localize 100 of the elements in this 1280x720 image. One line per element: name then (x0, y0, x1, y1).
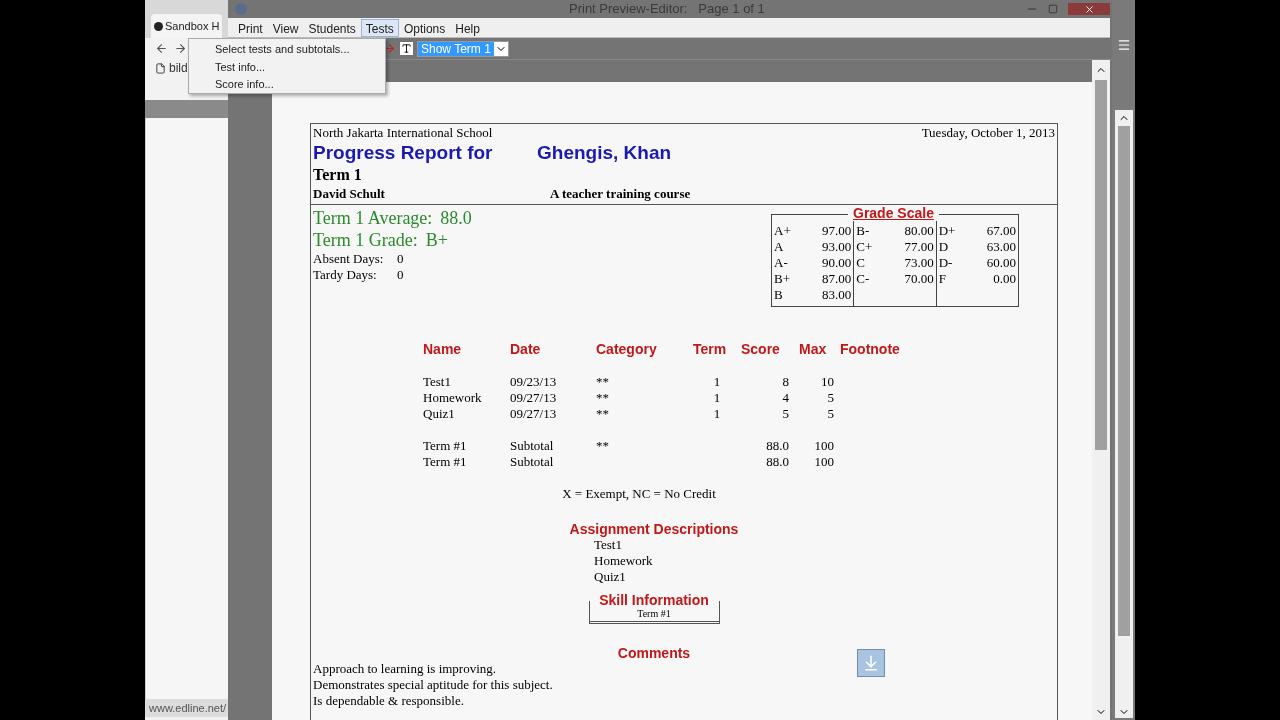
grade-cutoff: 87.00 (822, 271, 852, 287)
table-cell: 10 (821, 374, 834, 389)
grade-cutoff: 77.00 (904, 239, 934, 255)
section-heading: Skill Information (597, 592, 711, 608)
grade-cutoff: 63.00 (986, 239, 1016, 255)
column-header: Category (596, 340, 658, 358)
grade-scale-title: Grade Scale (848, 205, 939, 221)
grade-letter: B- (856, 223, 870, 239)
grade-letter: A- (774, 255, 788, 271)
arrow-right-icon[interactable] (383, 42, 396, 55)
grade-letter: B+ (774, 271, 790, 287)
subtotal-cell: Term #1 (423, 454, 467, 469)
table-cell: 8 (782, 374, 789, 389)
close-button[interactable] (1068, 3, 1110, 15)
comment-text: Demonstrates special aptitude for this subject. (313, 677, 553, 693)
table-cell: Homework (423, 390, 482, 405)
grade-letter: A (774, 239, 784, 255)
table-cell: 09/27/13 (510, 390, 557, 405)
section-heading: Assignment Descriptions (569, 521, 739, 537)
maximize-icon[interactable] (1048, 4, 1058, 14)
student-name: Ghengis, Khan (537, 141, 672, 165)
tardy-label: Tardy Days: (313, 267, 378, 283)
menu-item[interactable]: Help (450, 18, 485, 37)
comment-text: Is dependable & responsible. (313, 693, 464, 709)
table-cell: 09/23/13 (510, 374, 557, 389)
back-icon[interactable] (155, 41, 168, 55)
assignment-description: Homework (594, 553, 653, 569)
school-name: North Jakarta International School (313, 125, 493, 141)
grade-letter: B (774, 287, 783, 303)
menu-item[interactable]: Tests (360, 18, 399, 37)
comment-text: Approach to learning is improving. (313, 661, 497, 677)
column-header: Score (741, 340, 781, 358)
tardy-value: 0 (397, 267, 404, 283)
table-cell: 5 (827, 406, 834, 421)
table-cell: Quiz1 (423, 406, 455, 421)
text-format-icon[interactable] (400, 42, 413, 55)
download-icon[interactable] (857, 649, 885, 677)
menu-item[interactable]: Students (303, 18, 361, 37)
section-heading: Comments (617, 645, 691, 661)
app-logo-icon (235, 3, 247, 15)
grade-cutoff: 73.00 (904, 255, 934, 271)
grade-value: B+ (425, 229, 448, 251)
grade-cutoff: 83.00 (822, 287, 852, 303)
forward-icon[interactable] (174, 41, 187, 55)
close-icon (1083, 3, 1095, 15)
column-header: Max (799, 340, 828, 358)
browser-tab[interactable]: Sandbox H (151, 14, 223, 38)
subtotal-cell: 88.0 (766, 454, 789, 469)
report-date: Tuesday, October 1, 2013 (921, 125, 1055, 141)
table-cell: ** (596, 390, 609, 405)
average-label: Term 1 Average: (313, 207, 433, 229)
browser-scrollbar[interactable] (1114, 110, 1133, 718)
average-value: 88.0 (440, 207, 472, 229)
table-cell: 09/27/13 (510, 406, 557, 421)
grade-cutoff: 97.00 (822, 223, 852, 239)
report-title: Progress Report for (313, 141, 494, 165)
menu-item[interactable]: Options (398, 18, 451, 37)
course-name: A teacher training course (550, 185, 691, 202)
grade-letter: D- (938, 255, 953, 271)
subtotal-cell: Subtotal (510, 438, 554, 453)
absent-label: Absent Days: (313, 251, 385, 267)
menu-item[interactable]: Print (233, 18, 268, 37)
absent-value: 0 (397, 251, 404, 267)
grade-cutoff: 93.00 (822, 239, 852, 255)
status-url: www.edline.net/ (145, 699, 228, 717)
subtotal-cell: 88.0 (766, 438, 789, 453)
logo-icon (154, 21, 163, 31)
column-header: Term (693, 340, 728, 358)
subtotal-cell: Term #1 (423, 438, 467, 453)
menu-item[interactable]: View (267, 18, 304, 37)
grade-cutoff: 60.00 (986, 255, 1016, 271)
grade-label: Term 1 Grade: (313, 229, 418, 251)
column-header: Date (510, 340, 542, 358)
menu-option[interactable]: Test info... (189, 58, 385, 76)
window-title: Print Preview-Editor: Page 1 of 1 (569, 0, 765, 19)
grade-cutoff: 0.00 (993, 271, 1016, 287)
assignment-description: Test1 (594, 537, 622, 553)
table-cell: ** (596, 374, 609, 389)
grade-letter: A+ (774, 223, 791, 239)
term-heading: Term 1 (312, 165, 363, 185)
scrollbar[interactable] (1092, 60, 1110, 720)
column-header: Footnote (840, 340, 901, 358)
bookmark-link[interactable]: bild (169, 59, 188, 77)
subtotal-cell: ** (596, 438, 609, 453)
teacher-name: David Schult (313, 185, 386, 202)
table-cell: Test1 (423, 374, 451, 389)
menu-icon[interactable] (1116, 38, 1131, 52)
subtotal-cell: 100 (814, 438, 834, 453)
menu-option[interactable]: Score info... (189, 76, 385, 94)
grade-letter: C- (856, 271, 870, 287)
grade-letter: D (938, 239, 949, 255)
table-cell: 1 (713, 406, 721, 421)
table-cell: 5 (827, 390, 834, 405)
subtotal-cell: Subtotal (510, 454, 554, 469)
menu-option[interactable]: Select tests and subtotals... (189, 41, 385, 59)
table-cell: 1 (713, 374, 721, 389)
grade-cutoff: 67.00 (986, 223, 1016, 239)
page-icon (155, 62, 166, 74)
legend-text: X = Exempt, NC = No Credit (562, 486, 716, 502)
table-cell: 1 (713, 390, 721, 405)
